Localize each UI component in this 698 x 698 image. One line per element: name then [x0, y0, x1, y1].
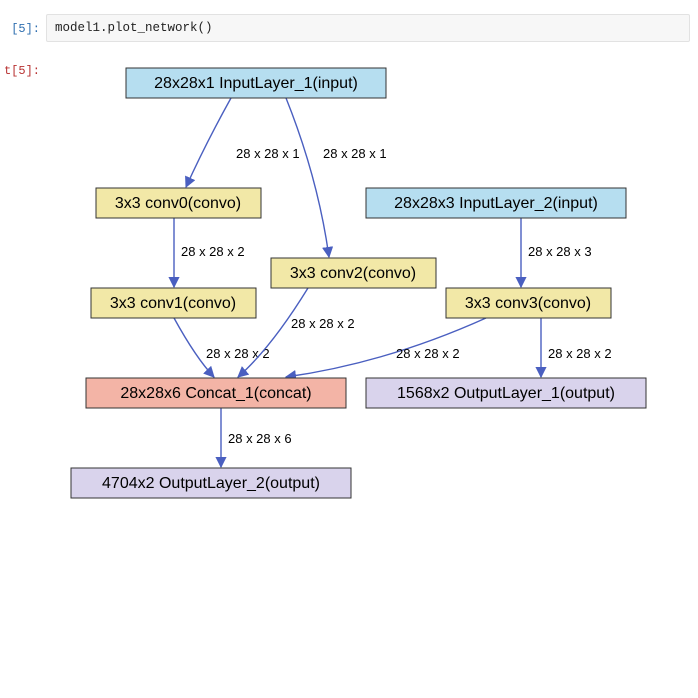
edge-label: 28 x 28 x 1	[323, 146, 387, 161]
edge	[186, 98, 231, 187]
code-cell[interactable]: model1.plot_network()	[46, 14, 690, 42]
output-area: 28 x 28 x 1 28 x 28 x 1 28 x 28 x 2 28 x…	[46, 56, 698, 688]
node-label: 3x3 conv3(convo)	[465, 295, 591, 312]
node-label: 1568x2 OutputLayer_1(output)	[397, 385, 615, 402]
network-diagram: 28 x 28 x 1 28 x 28 x 1 28 x 28 x 2 28 x…	[46, 58, 698, 688]
edge-label: 28 x 28 x 2	[291, 316, 355, 331]
edge-label: 28 x 28 x 2	[396, 346, 460, 361]
edge-label: 28 x 28 x 1	[236, 146, 300, 161]
node-label: 4704x2 OutputLayer_2(output)	[102, 475, 320, 492]
node-label: 3x3 conv1(convo)	[110, 295, 236, 312]
edge-label: 28 x 28 x 2	[548, 346, 612, 361]
node-label: 3x3 conv2(convo)	[290, 265, 416, 282]
edge-label: 28 x 28 x 6	[228, 431, 292, 446]
node-label: 3x3 conv0(convo)	[115, 195, 241, 212]
edge	[286, 98, 329, 257]
node-label: 28x28x3 InputLayer_2(input)	[394, 195, 598, 212]
node-label: 28x28x1 InputLayer_1(input)	[154, 75, 358, 92]
edge-label: 28 x 28 x 2	[206, 346, 270, 361]
node-label: 28x28x6 Concat_1(concat)	[120, 385, 311, 402]
edge-label: 28 x 28 x 3	[528, 244, 592, 259]
out-prompt: t[5]:	[0, 56, 46, 78]
in-prompt: [5]:	[0, 14, 46, 36]
edge-label: 28 x 28 x 2	[181, 244, 245, 259]
